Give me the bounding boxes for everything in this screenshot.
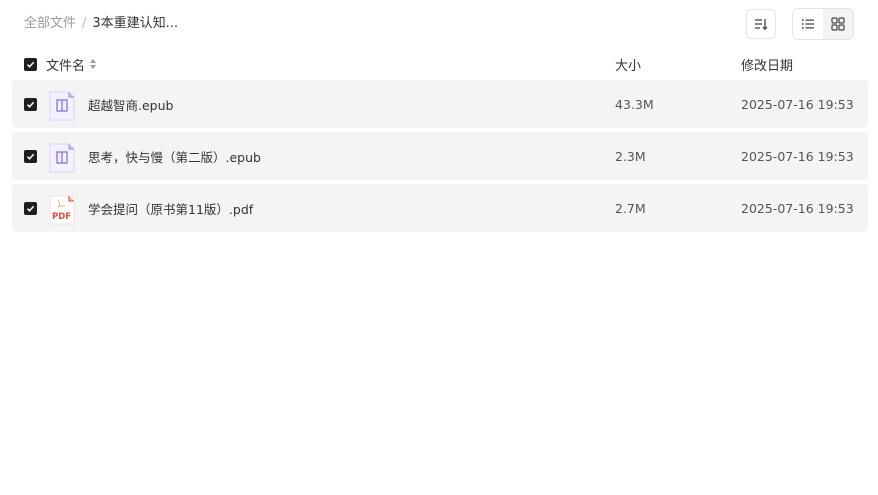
file-name[interactable]: 学会提问（原书第11版）.pdf	[88, 199, 253, 218]
row-checkbox[interactable]	[24, 201, 37, 215]
file-browser: 全部文件 / 3本重建认知... 文件名 大小 修改日期 超越智商.epub 4…	[0, 0, 878, 495]
table-row[interactable]: PDF 学会提问（原书第11版）.pdf 2.7M 2025-07-16 19:…	[12, 184, 868, 232]
sort-toggle-icon[interactable]	[89, 58, 97, 70]
top-bar: 全部文件 / 3本重建认知...	[24, 8, 854, 40]
file-size: 2.3M	[615, 148, 646, 164]
table-row[interactable]: 超越智商.epub 43.3M 2025-07-16 19:53	[12, 80, 868, 128]
breadcrumb-root[interactable]: 全部文件	[24, 8, 76, 40]
list-view-icon	[802, 19, 814, 29]
check-icon	[26, 101, 35, 108]
table-row[interactable]: 思考，快与慢（第二版）.epub 2.3M 2025-07-16 19:53	[12, 132, 868, 180]
breadcrumb-current: 3本重建认知...	[92, 16, 179, 31]
sort-descending-icon	[755, 19, 768, 31]
row-checkbox[interactable]	[24, 149, 37, 163]
epub-file-icon	[49, 91, 75, 121]
size-column-header[interactable]: 大小	[615, 55, 641, 74]
check-icon	[26, 153, 35, 160]
grid-view-icon	[831, 17, 845, 31]
file-modified-date: 2025-07-16 19:53	[741, 200, 854, 216]
name-column-header[interactable]: 文件名	[46, 55, 97, 74]
file-name[interactable]: 超越智商.epub	[88, 95, 173, 114]
file-size: 2.7M	[615, 200, 646, 216]
file-modified-date: 2025-07-16 19:53	[741, 148, 854, 164]
file-size: 43.3M	[615, 96, 654, 112]
modified-column-header[interactable]: 修改日期	[741, 55, 793, 74]
table-header: 文件名 大小 修改日期	[24, 52, 868, 76]
pdf-icon-label: PDF	[52, 212, 71, 222]
sort-button[interactable]	[746, 9, 776, 39]
file-name[interactable]: 思考，快与慢（第二版）.epub	[88, 147, 261, 166]
pdf-file-icon: PDF	[49, 195, 75, 225]
check-icon	[26, 205, 35, 212]
select-all-checkbox[interactable]	[24, 57, 37, 71]
breadcrumb-separator: /	[82, 16, 87, 31]
check-icon	[26, 61, 35, 68]
name-column-label: 文件名	[46, 58, 86, 74]
row-checkbox[interactable]	[24, 97, 37, 111]
view-toggle	[792, 8, 854, 40]
list-view-button[interactable]	[793, 9, 823, 39]
file-modified-date: 2025-07-16 19:53	[741, 96, 854, 112]
grid-view-button[interactable]	[823, 9, 853, 39]
epub-file-icon	[49, 143, 75, 173]
breadcrumb: 全部文件 / 3本重建认知...	[24, 8, 178, 40]
view-tools	[746, 8, 854, 40]
